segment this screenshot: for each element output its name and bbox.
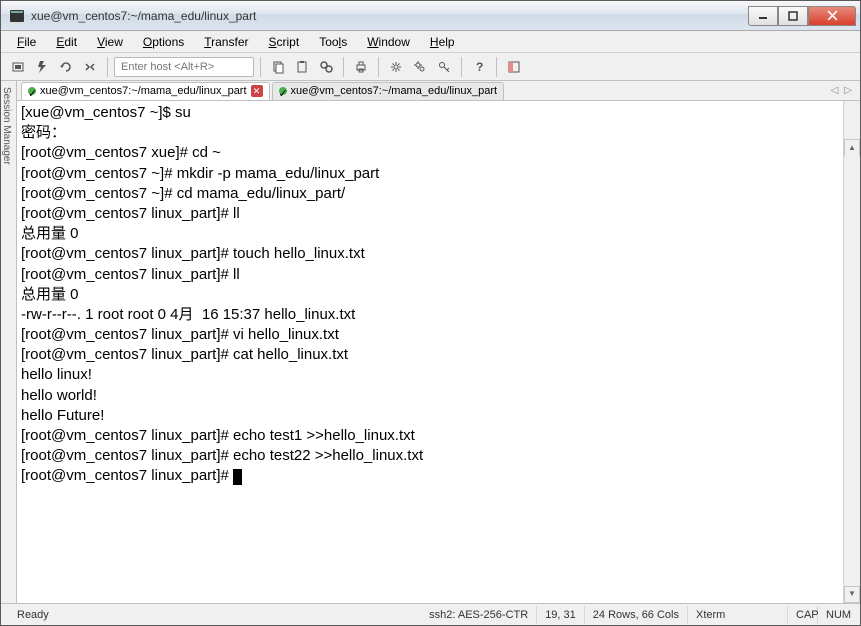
key-icon[interactable] xyxy=(433,56,455,78)
menu-options[interactable]: Options xyxy=(135,33,192,51)
menu-edit[interactable]: Edit xyxy=(48,33,85,51)
menu-tools[interactable]: Tools xyxy=(311,33,355,51)
session-manager-sidebar[interactable]: Session Manager xyxy=(1,81,17,603)
connect-icon[interactable] xyxy=(7,56,29,78)
session-options-icon[interactable] xyxy=(409,56,431,78)
menu-window[interactable]: Window xyxy=(359,33,418,51)
help-icon[interactable]: ? xyxy=(468,56,490,78)
toolbar-separator xyxy=(378,57,379,77)
reconnect-icon[interactable] xyxy=(55,56,77,78)
menu-script[interactable]: Script xyxy=(261,33,308,51)
status-term-type: Xterm xyxy=(688,606,788,624)
tab-session-1[interactable]: ✓ xue@vm_centos7:~/mama_edu/linux_part ✕ xyxy=(21,82,270,100)
menu-help[interactable]: Help xyxy=(422,33,463,51)
quick-connect-icon[interactable] xyxy=(31,56,53,78)
menu-transfer[interactable]: Transfer xyxy=(196,33,256,51)
toolbar: ? xyxy=(1,53,860,81)
scroll-up-icon[interactable]: ▲ xyxy=(844,139,860,156)
app-window: xue@vm_centos7:~/mama_edu/linux_part Fil… xyxy=(0,0,861,626)
status-num: NUM xyxy=(818,606,852,624)
toolbar-separator xyxy=(107,57,108,77)
scrollbar[interactable]: ▲ ▼ xyxy=(843,101,860,603)
terminal-content: [xue@vm_centos7 ~]$ su 密码： [root@vm_cent… xyxy=(21,104,423,484)
status-caps: CAP xyxy=(788,606,818,624)
close-button[interactable] xyxy=(808,6,856,26)
status-protocol: ssh2: AES-256-CTR xyxy=(421,606,537,624)
tab-prev-icon[interactable]: ◁ xyxy=(831,85,839,96)
tab-label: xue@vm_centos7:~/mama_edu/linux_part xyxy=(291,85,498,97)
connected-icon: ✓ xyxy=(28,87,36,95)
statusbar: Ready ssh2: AES-256-CTR 19, 31 24 Rows, … xyxy=(1,603,860,625)
svg-text:?: ? xyxy=(476,60,483,74)
toolbar-separator xyxy=(260,57,261,77)
disconnect-icon[interactable] xyxy=(79,56,101,78)
tabs-row: ✓ xue@vm_centos7:~/mama_edu/linux_part ✕… xyxy=(17,81,860,101)
window-title: xue@vm_centos7:~/mama_edu/linux_part xyxy=(31,9,748,23)
toolbar-separator xyxy=(343,57,344,77)
menu-file[interactable]: File xyxy=(9,33,44,51)
print-icon[interactable] xyxy=(350,56,372,78)
find-icon[interactable] xyxy=(315,56,337,78)
menu-view[interactable]: View xyxy=(89,33,131,51)
settings-icon[interactable] xyxy=(385,56,407,78)
tab-close-icon[interactable]: ✕ xyxy=(251,85,263,97)
minimize-button[interactable] xyxy=(748,6,778,26)
tab-session-2[interactable]: ✓ xue@vm_centos7:~/mama_edu/linux_part xyxy=(272,82,505,100)
terminal[interactable]: [xue@vm_centos7 ~]$ su 密码： [root@vm_cent… xyxy=(17,101,860,603)
tab-next-icon[interactable]: ▷ xyxy=(844,85,852,96)
paste-icon[interactable] xyxy=(291,56,313,78)
toolbar-separator xyxy=(496,57,497,77)
toggle-icon[interactable] xyxy=(503,56,525,78)
cursor-icon xyxy=(233,469,242,485)
status-dimensions: 24 Rows, 66 Cols xyxy=(585,606,688,624)
connected-icon: ✓ xyxy=(279,87,287,95)
status-cursor-pos: 19, 31 xyxy=(537,606,585,624)
sidebar-label: Session Manager xyxy=(1,87,12,165)
host-input[interactable] xyxy=(114,57,254,77)
status-ready: Ready xyxy=(9,606,209,624)
menubar: File Edit View Options Transfer Script T… xyxy=(1,31,860,53)
scroll-down-icon[interactable]: ▼ xyxy=(844,586,860,603)
copy-icon[interactable] xyxy=(267,56,289,78)
tab-label: xue@vm_centos7:~/mama_edu/linux_part xyxy=(40,85,247,97)
titlebar[interactable]: xue@vm_centos7:~/mama_edu/linux_part xyxy=(1,1,860,31)
app-icon xyxy=(9,8,25,24)
toolbar-separator xyxy=(461,57,462,77)
maximize-button[interactable] xyxy=(778,6,808,26)
